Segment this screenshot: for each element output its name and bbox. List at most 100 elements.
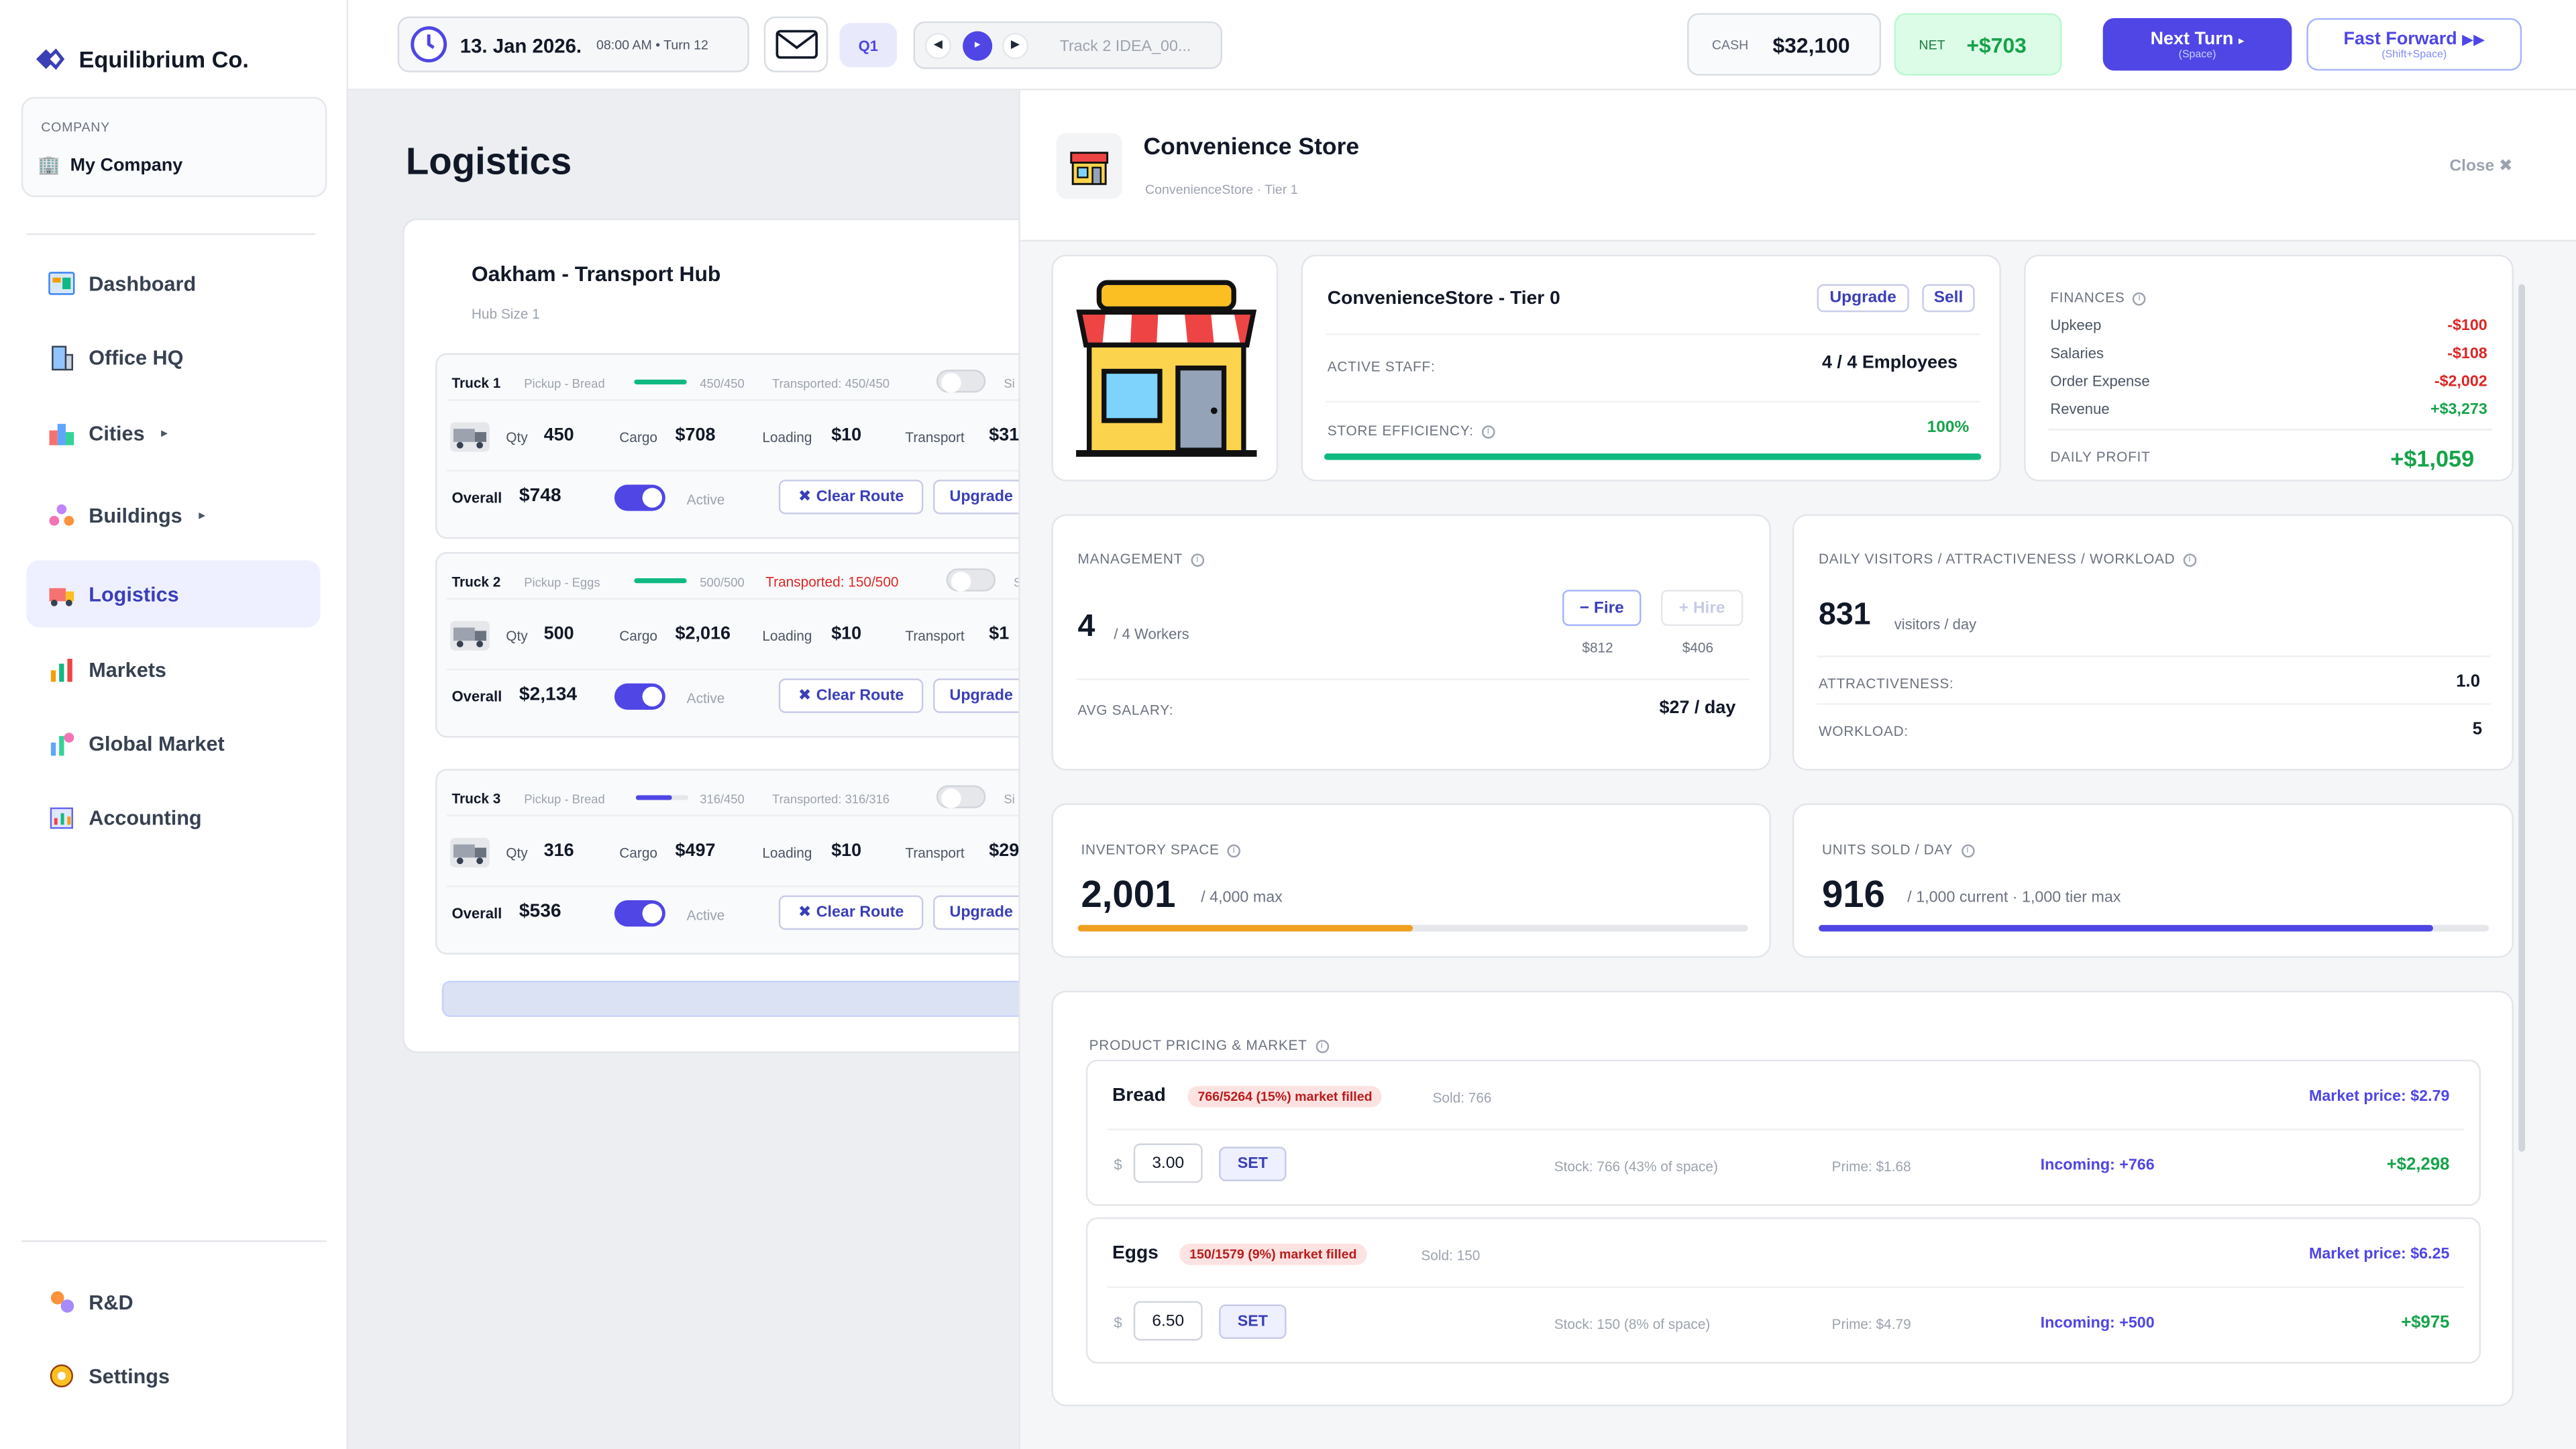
currency-symbol: $ [1114, 1314, 1122, 1331]
status-label: Active [686, 491, 725, 508]
active-staff-label: ACTIVE STAFF: [1327, 358, 1436, 375]
add-truck-button[interactable] [441, 981, 1067, 1017]
app-logo[interactable]: Equilibrium Co. [33, 46, 249, 72]
info-icon[interactable]: i [1961, 844, 1975, 857]
page-title: Logistics [405, 140, 572, 182]
info-icon[interactable]: i [2133, 292, 2147, 305]
info-icon[interactable]: i [1482, 425, 1495, 439]
fire-button[interactable]: − Fire [1562, 590, 1642, 627]
store-icon-small [1056, 133, 1122, 199]
nav-dashboard[interactable]: Dashboard [26, 250, 320, 317]
nav-rnd[interactable]: R&D [26, 1269, 320, 1336]
expand-arrow-icon: ▸ [199, 507, 206, 523]
prev-track-icon[interactable]: ◀ [924, 32, 951, 60]
overall-value: $536 [519, 902, 561, 922]
truck-load-bar [635, 795, 689, 800]
mail-button[interactable] [763, 16, 828, 72]
truck-upgrade-button[interactable]: Upgrade [933, 678, 1032, 713]
transport-hub-card: Oakham - Transport Hub Hub Size 1 Truck … [402, 218, 1093, 1053]
hire-cost: $406 [1682, 639, 1714, 656]
visitors-card: DAILY VISITORS / ATTRACTIVENESS / WORKLO… [1792, 514, 2514, 771]
active-toggle[interactable] [614, 683, 665, 710]
transport-value: $1 [989, 624, 1010, 645]
divider [1107, 1128, 2465, 1130]
close-icon: ✖ [798, 903, 812, 922]
panel-subtitle: ConvenienceStore · Tier 1 [1144, 182, 1298, 197]
cash-label: CASH [1711, 38, 1749, 53]
nav-settings[interactable]: Settings [26, 1342, 320, 1409]
logistics-page: Logistics Oakham - Transport Hub Hub Siz… [348, 90, 1093, 1449]
attractiveness-label: ATTRACTIVENESS: [1819, 675, 1954, 692]
loading-label: Loading [762, 429, 812, 445]
clear-route-button[interactable]: ✖ Clear Route [778, 895, 924, 930]
fast-forward-button[interactable]: Fast Forward ▶▶ (Shift+Space) [2306, 17, 2522, 71]
product-name: Eggs [1112, 1243, 1159, 1264]
truck-option-toggle[interactable] [946, 568, 996, 592]
truck-pickup: Pickup - Bread [524, 792, 605, 807]
info-icon[interactable]: i [1315, 1039, 1329, 1053]
cargo-label: Cargo [619, 627, 657, 645]
company-label: COMPANY [41, 119, 111, 135]
sell-button[interactable]: Sell [1922, 284, 1975, 313]
truck-load-bar [634, 578, 687, 584]
nav-markets[interactable]: Markets [26, 636, 320, 703]
play-icon[interactable]: ▸ [963, 31, 993, 61]
set-price-button[interactable]: SET [1219, 1304, 1287, 1339]
music-player: ◀ ▸ ▶ Track 2 IDEA_00... [913, 21, 1223, 69]
incoming-amount: Incoming: +500 [2040, 1314, 2155, 1333]
truck-option-toggle[interactable] [936, 370, 986, 393]
qty-value: 500 [543, 624, 574, 645]
next-turn-button[interactable]: Next Turn ▸ (Space) [2102, 17, 2292, 71]
panel-scrollbar[interactable] [2518, 284, 2526, 1152]
finance-row-value: -$108 [2447, 345, 2487, 364]
active-toggle[interactable] [614, 484, 665, 511]
stock-info: Stock: 150 (8% of space) [1554, 1316, 1711, 1333]
active-staff-value: 4 / 4 Employees [1821, 353, 1958, 373]
close-button[interactable]: Close ✖ [2449, 158, 2512, 176]
quarter-text: Q1 [858, 37, 878, 54]
dashboard-icon [46, 268, 76, 298]
active-toggle[interactable] [614, 900, 665, 927]
company-selector[interactable]: COMPANY 🏢 My Company [21, 97, 327, 197]
price-input[interactable] [1133, 1301, 1203, 1341]
finance-row-label: Upkeep [2050, 317, 2102, 334]
truck-option-label: Si [1004, 792, 1015, 807]
truck-option-toggle[interactable] [936, 785, 986, 808]
company-icon: 🏢 [38, 156, 60, 176]
truck-upgrade-button[interactable]: Upgrade [933, 480, 1032, 515]
truck-option-label: Si [1004, 376, 1015, 391]
set-price-button[interactable]: SET [1219, 1146, 1287, 1181]
nav-logistics[interactable]: Logistics [26, 560, 321, 628]
workers-sub: / 4 Workers [1114, 626, 1189, 643]
inventory-bar [1077, 924, 1748, 932]
clear-route-button[interactable]: ✖ Clear Route [778, 678, 924, 713]
nav-office-hq[interactable]: Office HQ [26, 323, 320, 390]
info-icon[interactable]: i [1227, 844, 1241, 857]
hire-button[interactable]: + Hire [1660, 590, 1743, 627]
visitors-label: DAILY VISITORS / ATTRACTIVENESS / WORKLO… [1819, 550, 2176, 567]
hub-name: Oakham - Transport Hub [471, 261, 721, 286]
attractiveness-value: 1.0 [2456, 672, 2481, 692]
truck-upgrade-button[interactable]: Upgrade [933, 895, 1032, 930]
divider [1817, 655, 2491, 657]
info-icon[interactable]: i [2183, 553, 2197, 567]
nav-cities[interactable]: Cities ▸ [26, 399, 320, 466]
truck-transported: Transported: 450/450 [772, 376, 890, 391]
price-input[interactable] [1133, 1143, 1203, 1183]
overall-value: $748 [519, 486, 561, 506]
quarter-badge: Q1 [839, 23, 898, 68]
upgrade-button[interactable]: Upgrade [1817, 284, 1909, 313]
expand-arrow-icon: ▸ [161, 425, 168, 441]
sold-count: Sold: 150 [1421, 1246, 1481, 1264]
nav-buildings[interactable]: Buildings ▸ [26, 482, 320, 549]
prime-cost: Prime: $1.68 [1831, 1158, 1911, 1175]
nav-global-market[interactable]: Global Market [26, 710, 320, 777]
clear-route-button[interactable]: ✖ Clear Route [778, 480, 924, 515]
info-icon[interactable]: i [1191, 553, 1204, 567]
accounting-icon [46, 802, 76, 832]
nav-label: Dashboard [89, 272, 197, 295]
truck-load: 450/450 [700, 376, 745, 391]
next-track-icon[interactable]: ▶ [1002, 32, 1029, 60]
inventory-card: INVENTORY SPACE i 2,001 / 4,000 max [1051, 803, 1772, 958]
nav-accounting[interactable]: Accounting [26, 784, 320, 851]
